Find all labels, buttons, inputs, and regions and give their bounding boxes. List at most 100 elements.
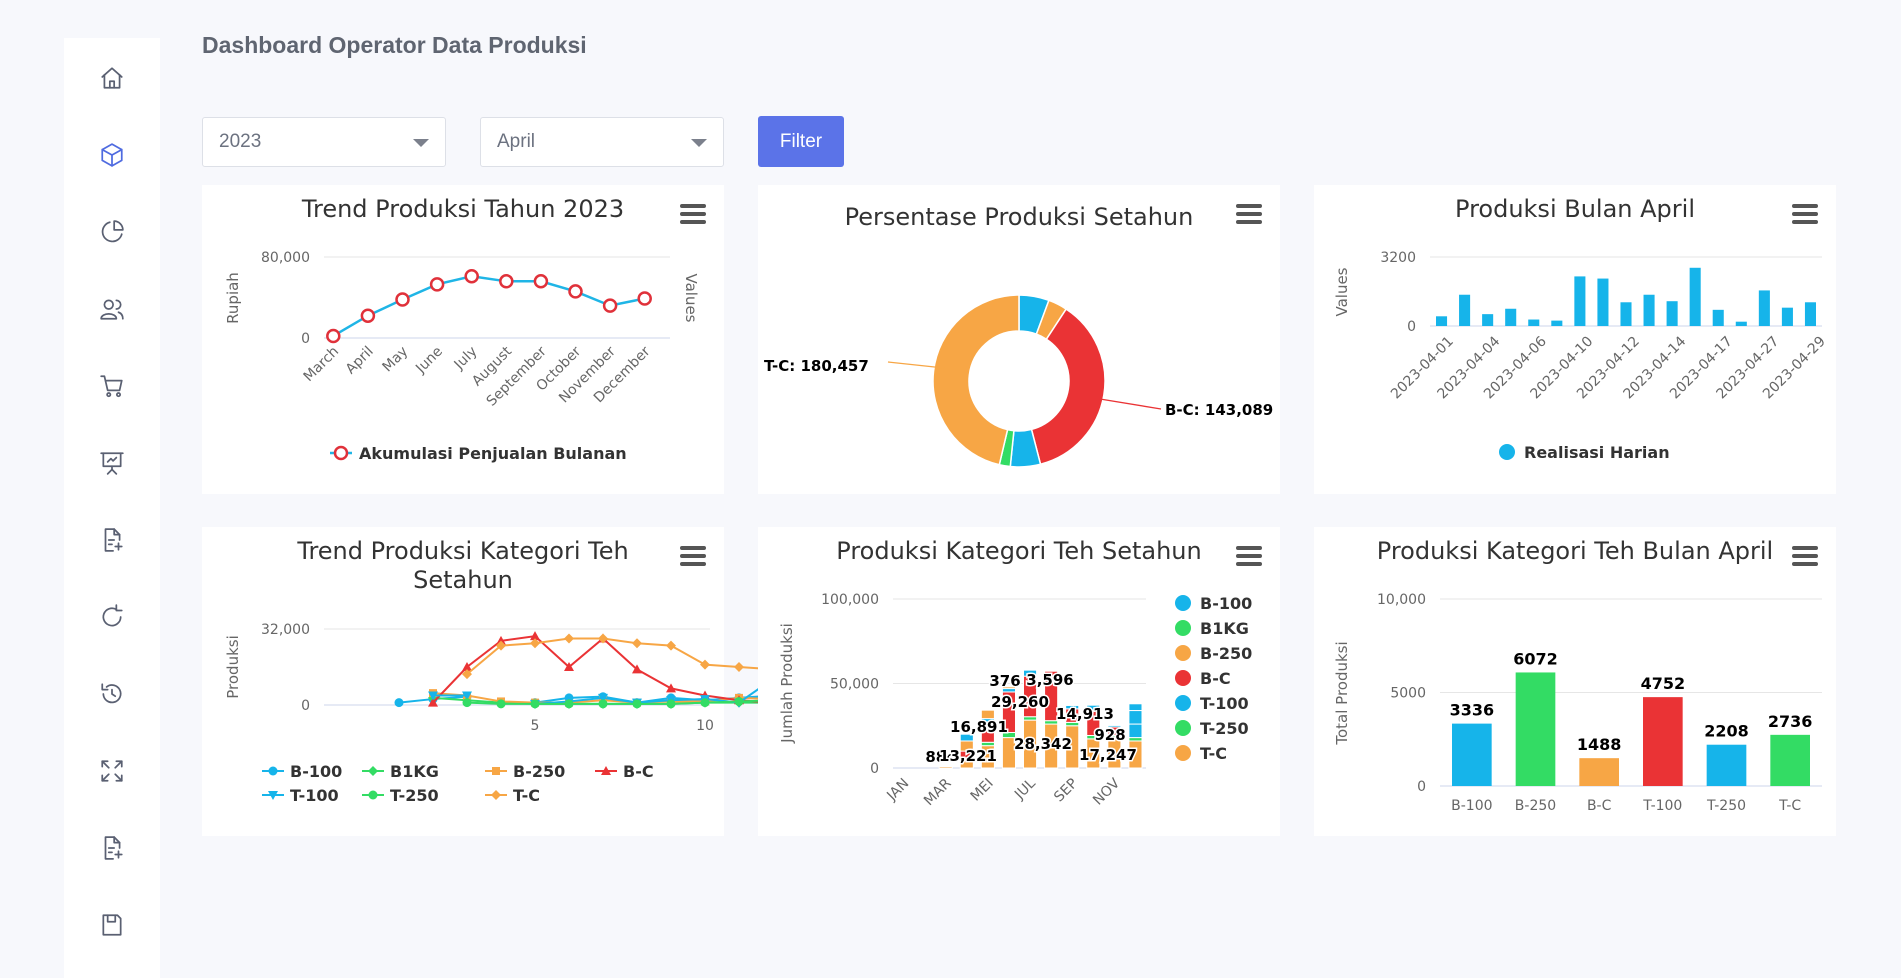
- data-point: [326, 328, 341, 344]
- data-point: [602, 298, 618, 313]
- x-tick-label: B-C: [1587, 798, 1612, 814]
- data-point: [530, 699, 540, 709]
- bar-segment: [938, 766, 953, 769]
- card-trend-produksi: Trend Produksi Tahun 2023 0 80,000 Rupiah V…: [202, 185, 724, 494]
- home-icon[interactable]: [96, 62, 128, 94]
- data-label: 2208: [1704, 722, 1749, 741]
- bar: [1712, 309, 1724, 326]
- data-point: [632, 699, 642, 709]
- legend-marker: [492, 767, 500, 775]
- bar-segment: [1128, 710, 1143, 725]
- month-select-value: April: [497, 131, 536, 152]
- chevron-down-icon: [691, 139, 707, 147]
- bar: [1643, 294, 1655, 326]
- trend-produksi-chart: 0 80,000 Rupiah Values March April May June July…: [224, 250, 700, 463]
- y-tick-label: 10,000: [1377, 592, 1426, 608]
- data-point: [598, 699, 608, 709]
- data-label: 6072: [1513, 649, 1558, 668]
- data-label: 3,596: [1026, 671, 1073, 689]
- box-icon[interactable]: [96, 139, 128, 171]
- legend-label: T-250: [390, 786, 439, 805]
- x-tick-label: 5: [531, 718, 540, 734]
- bar: [1643, 697, 1683, 786]
- data-point: [666, 683, 676, 693]
- bar: [1689, 267, 1701, 326]
- legend-marker: [1175, 670, 1191, 686]
- bar: [1482, 314, 1494, 326]
- x-tick-label: JAN: [883, 776, 912, 805]
- card-kategori-setahun: Produksi Kategori Teh Setahun 0 50,000 100…: [758, 527, 1280, 836]
- data-point: [568, 284, 583, 299]
- data-label: 928: [1094, 726, 1125, 744]
- x-tick-label: 10: [696, 718, 714, 734]
- pie-data-label: B-C: 143,089: [1165, 401, 1273, 419]
- legend-marker: [1175, 695, 1191, 711]
- bar: [1505, 308, 1517, 326]
- data-label: 1488: [1577, 735, 1622, 754]
- bar-segment: [1128, 737, 1143, 742]
- x-tick-label: MAR: [921, 775, 955, 809]
- legend-label: T-C: [1200, 744, 1227, 763]
- legend-label: B1KG: [390, 762, 439, 781]
- legend-marker: [368, 766, 378, 776]
- bar: [1528, 319, 1540, 326]
- card-kategori-bulan: Produksi Kategori Teh Bulan April 0 5000 1…: [1314, 527, 1836, 836]
- legend-label: B-C: [1200, 669, 1231, 688]
- data-point: [666, 640, 676, 651]
- data-point: [496, 699, 506, 709]
- filter-button[interactable]: Filter: [758, 116, 844, 167]
- kategori-setahun-chart: 0 50,000 100,000 Jumlah Produksi JAN MAR MEI JU…: [778, 592, 1252, 809]
- legend-marker: [268, 766, 278, 776]
- legend-label: T-100: [1200, 694, 1249, 713]
- data-point: [734, 662, 744, 672]
- data-label: 17,247: [1079, 746, 1137, 764]
- x-tick-label: T-C: [1778, 798, 1801, 814]
- legend-label: T-100: [290, 786, 339, 805]
- presentation-icon[interactable]: [96, 447, 128, 479]
- legend-marker: [491, 790, 501, 800]
- data-point: [666, 699, 676, 709]
- y-tick-label: 3200: [1380, 250, 1416, 266]
- refresh-icon[interactable]: [96, 601, 128, 633]
- pie-chart-icon[interactable]: [96, 216, 128, 248]
- legend-label: Akumulasi Penjualan Bulanan: [359, 444, 627, 463]
- y-tick-label: 5000: [1390, 686, 1426, 702]
- bar: [1781, 307, 1793, 326]
- legend-marker: [1175, 745, 1191, 761]
- legend-label: Realisasi Harian: [1524, 443, 1670, 462]
- y-tick-label: 0: [301, 698, 310, 714]
- y-axis-label: Total Produksi: [1333, 641, 1351, 745]
- bar-segment: [1023, 716, 1038, 721]
- bar-segment: [1128, 723, 1143, 739]
- bar: [1574, 276, 1586, 326]
- data-point: [533, 274, 549, 289]
- history-icon[interactable]: [96, 678, 128, 710]
- save-icon[interactable]: [96, 909, 128, 941]
- year-select[interactable]: 2023: [202, 117, 446, 167]
- bar: [1436, 316, 1448, 326]
- data-point: [632, 638, 642, 649]
- legend-marker: [1499, 444, 1515, 460]
- expand-icon[interactable]: [96, 755, 128, 787]
- produksi-bulan-chart: 03200Values2023-04-012023-04-042023-04-0…: [1333, 250, 1829, 462]
- series-line: [332, 274, 645, 338]
- data-label: 16,891: [950, 718, 1008, 736]
- data-point: [360, 308, 376, 323]
- users-icon[interactable]: [96, 293, 128, 325]
- bar: [1579, 758, 1619, 786]
- y-tick-label: 0: [870, 761, 879, 777]
- file-edit-icon[interactable]: [96, 832, 128, 864]
- bar: [1706, 744, 1747, 786]
- file-plus-icon[interactable]: [96, 524, 128, 556]
- x-tick-label: June: [412, 344, 446, 378]
- data-point: [734, 696, 744, 706]
- bar: [1620, 302, 1632, 326]
- x-tick-label: May: [380, 344, 412, 376]
- data-point: [429, 277, 445, 292]
- legend-label: B-250: [513, 762, 565, 781]
- kategori-bulan-chart: 0 5000 10,000 Total Produksi 3336 B-100 6072 B-…: [1333, 592, 1822, 814]
- bar: [1758, 290, 1770, 326]
- month-select[interactable]: April: [480, 117, 724, 167]
- pie-connector: [1099, 398, 1162, 410]
- cart-icon[interactable]: [96, 370, 128, 402]
